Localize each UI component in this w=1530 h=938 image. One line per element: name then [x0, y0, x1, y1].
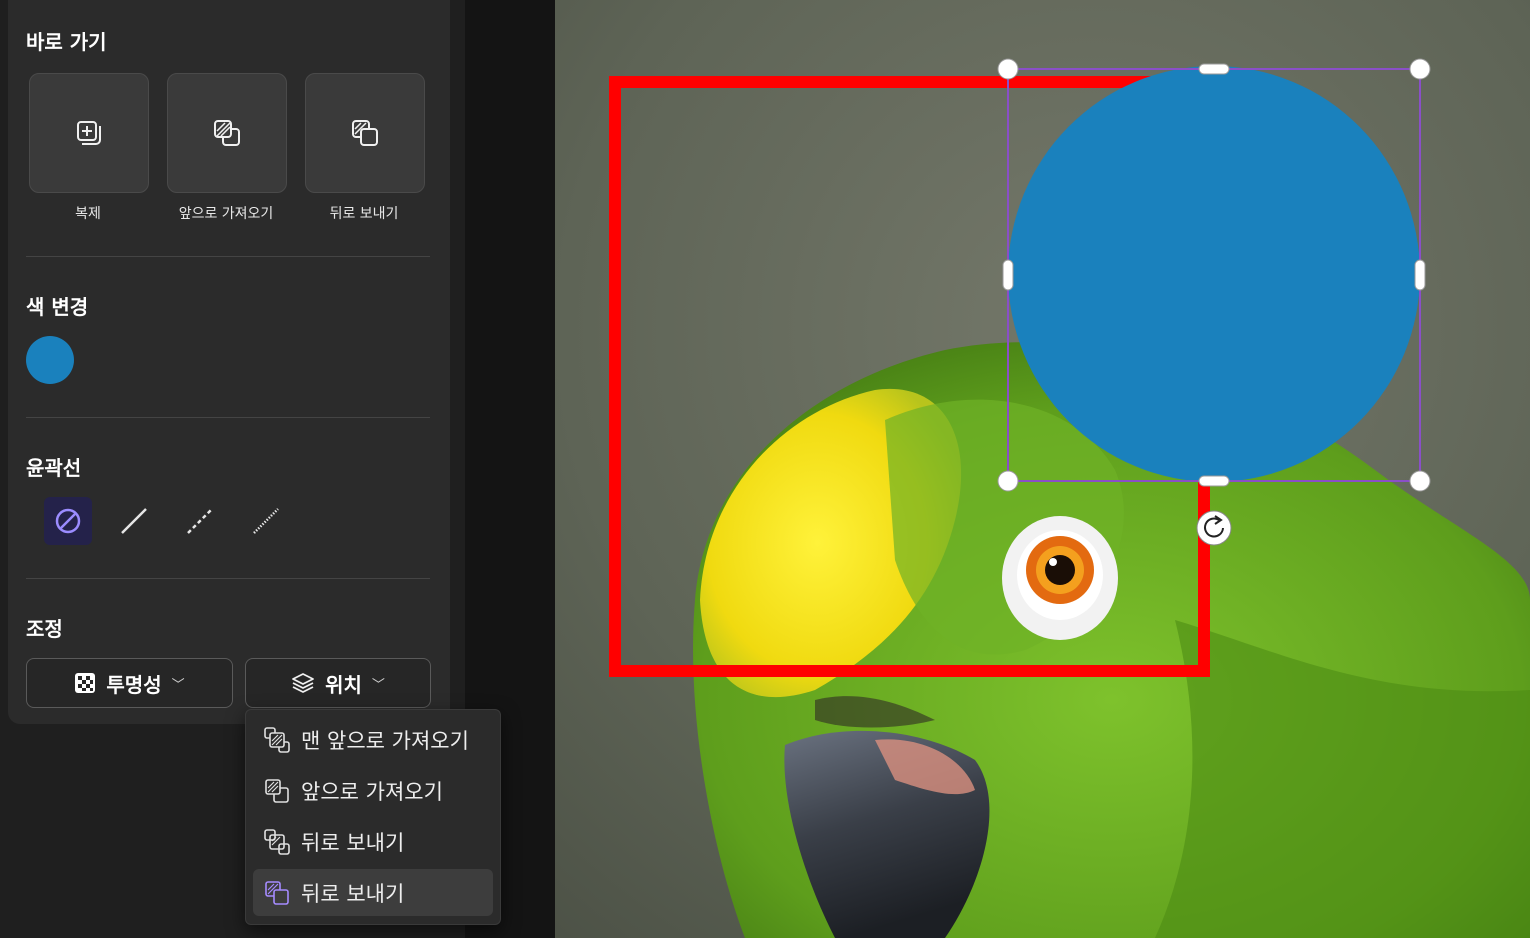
outline-title: 윤곽선: [26, 456, 82, 480]
dashed-line-icon: [187, 508, 213, 534]
send-backward-label: 뒤로 보내기: [329, 206, 399, 222]
rotate-icon[interactable]: [1196, 510, 1232, 546]
send-backward-icon: [264, 828, 290, 855]
bring-forward-icon: [214, 120, 240, 146]
layers-icon: [292, 673, 314, 693]
opacity-dropdown[interactable]: 투명성 ﹀: [26, 658, 233, 708]
menu-item-label: 뒤로 보내기: [301, 881, 405, 906]
color-swatch[interactable]: [26, 336, 74, 384]
outline-none-button[interactable]: [44, 497, 92, 545]
divider: [26, 578, 430, 579]
divider: [26, 417, 430, 418]
solid-line-icon: [121, 508, 147, 534]
chevron-down-icon: ﹀: [171, 677, 185, 693]
send-backward-icon: [352, 120, 378, 146]
menu-item-send-backward[interactable]: 뒤로 보내기: [253, 818, 493, 865]
bring-to-front-icon: [264, 726, 290, 753]
none-icon: [55, 508, 81, 534]
menu-item-label: 맨 앞으로 가져오기: [301, 728, 469, 753]
menu-item-bring-to-front[interactable]: 맨 앞으로 가져오기: [253, 716, 493, 763]
bring-forward-label: 앞으로 가져오기: [178, 206, 274, 222]
parrot-photo: [555, 0, 1530, 938]
bring-forward-button[interactable]: [167, 73, 287, 193]
checkerboard-icon: [75, 673, 96, 693]
send-backward-button[interactable]: [305, 73, 425, 193]
outline-dashed-button[interactable]: [176, 497, 224, 545]
chevron-down-icon: ﹀: [371, 677, 385, 693]
menu-item-label: 뒤로 보내기: [301, 830, 405, 855]
position-menu: 맨 앞으로 가져오기 앞으로 가져오기 뒤로 보내기 뒤로 보내기: [245, 709, 501, 925]
dotted-line-icon: [253, 508, 279, 534]
adjust-title: 조정: [26, 617, 63, 641]
shortcuts-title: 바로 가기: [26, 30, 107, 54]
bring-forward-icon: [265, 778, 289, 803]
position-label: 위치: [325, 672, 362, 697]
send-to-back-icon: [265, 880, 289, 905]
position-dropdown[interactable]: 위치 ﹀: [245, 658, 431, 708]
outline-dotted-button[interactable]: [242, 497, 290, 545]
outline-solid-button[interactable]: [110, 497, 158, 545]
duplicate-icon: [77, 121, 101, 145]
duplicate-button[interactable]: [29, 73, 149, 193]
menu-item-bring-forward[interactable]: 앞으로 가져오기: [253, 767, 493, 814]
image-canvas[interactable]: [555, 0, 1530, 938]
duplicate-label: 복제: [75, 206, 101, 222]
opacity-label: 투명성: [106, 672, 162, 697]
color-title: 색 변경: [26, 295, 89, 319]
menu-item-send-to-back[interactable]: 뒤로 보내기: [253, 869, 493, 916]
divider: [26, 256, 430, 257]
menu-item-label: 앞으로 가져오기: [301, 779, 443, 804]
properties-panel: 바로 가기 복제 앞으로 가져오기 뒤로 보내기 색 변경 윤곽선 조정 투명성…: [8, 0, 450, 724]
